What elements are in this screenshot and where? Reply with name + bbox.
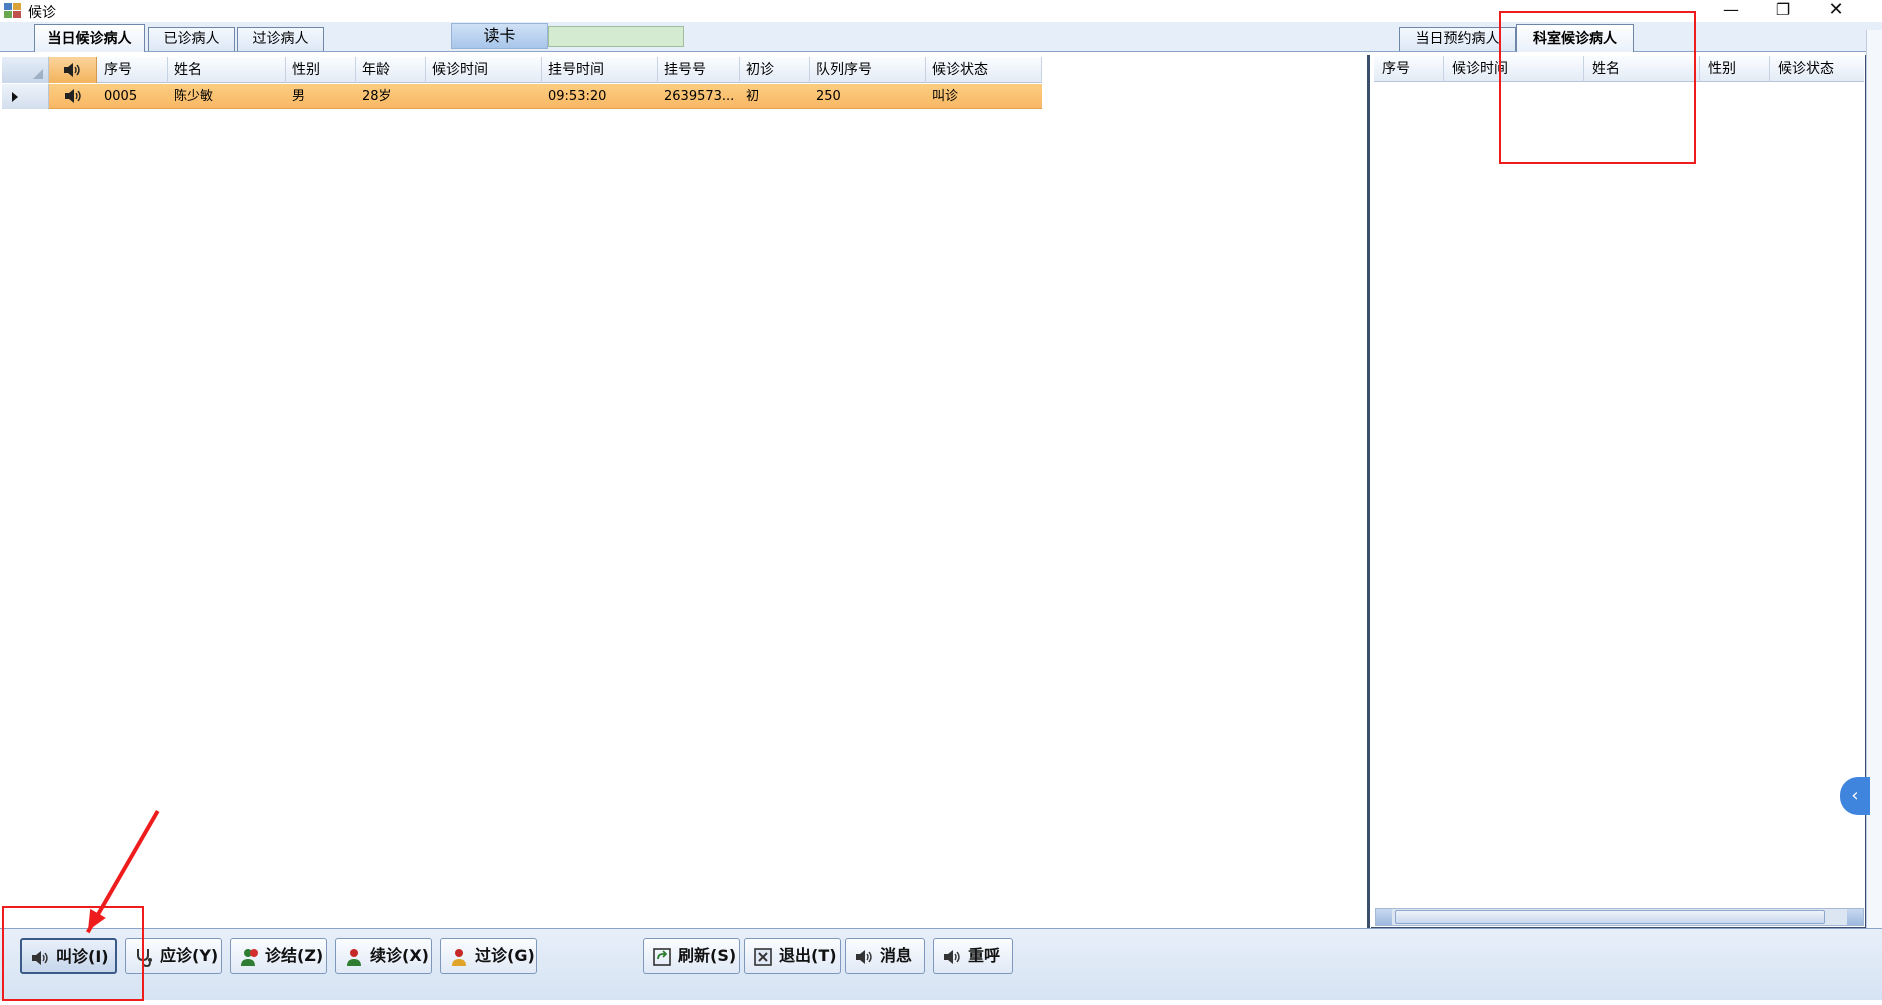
user-continue-icon: [347, 949, 361, 966]
refresh-label: 刷新(S): [678, 946, 737, 965]
app-window-icon: [4, 3, 21, 18]
collapse-panel-button[interactable]: ‹: [1840, 777, 1870, 815]
annotation-box-call-button: [2, 906, 144, 1001]
cell-seq: 0005: [104, 89, 138, 104]
col-header-seq[interactable]: 序号: [1374, 56, 1444, 82]
exit-button[interactable]: 退出(T): [744, 938, 841, 974]
select-all-corner[interactable]: [2, 57, 49, 83]
close-button[interactable]: ✕: [1810, 0, 1862, 22]
col-header-age[interactable]: 年龄: [356, 57, 426, 83]
refresh-icon: [653, 948, 671, 966]
col-header-status[interactable]: 候诊状态: [1770, 56, 1864, 82]
cell-reg-time: 09:53:20: [548, 89, 607, 104]
minimize-button[interactable]: —: [1705, 0, 1757, 22]
exit-icon: [754, 948, 772, 966]
card-number-field[interactable]: [548, 26, 684, 47]
row-selector[interactable]: [2, 84, 49, 109]
cell-wait-time: [426, 84, 542, 109]
scroll-right-arrow-icon[interactable]: [1847, 909, 1863, 925]
col-header-gender[interactable]: 性别: [1700, 56, 1770, 82]
continue-visit-label: 续诊(X): [370, 946, 429, 965]
col-header-reg-time[interactable]: 挂号时间: [542, 57, 658, 83]
col-header-queue-no[interactable]: 队列序号: [810, 57, 926, 83]
speaker-icon: [64, 63, 80, 77]
speaker-column-header: [49, 57, 97, 83]
cell-age: 28岁: [362, 89, 392, 104]
message-label: 消息: [880, 946, 913, 965]
finish-visit-label: 诊结(Z): [265, 946, 324, 965]
waiting-list-pane: [2, 55, 1370, 928]
col-header-first-visit[interactable]: 初诊: [740, 57, 810, 83]
message-button[interactable]: 消息: [845, 938, 925, 974]
user-finish-icon: [241, 949, 258, 966]
recall-button[interactable]: 重呼: [933, 938, 1013, 974]
speaker-icon[interactable]: [64, 88, 84, 104]
finish-visit-button[interactable]: 诊结(Z): [230, 938, 327, 974]
col-header-gender[interactable]: 性别: [286, 57, 356, 83]
respond-label: 应诊(Y): [160, 946, 219, 965]
user-skip-icon: [452, 949, 466, 966]
table-row[interactable]: 0005 陈少敏 男 28岁 09:53:20 2639573... 初 250…: [2, 84, 1042, 109]
refresh-button[interactable]: 刷新(S): [643, 938, 740, 974]
scrollbar-thumb[interactable]: [1395, 910, 1825, 924]
current-row-arrow-icon: [12, 92, 18, 102]
tab-dept-waiting[interactable]: 科室候诊病人: [1516, 24, 1634, 52]
scroll-left-arrow-icon[interactable]: [1376, 909, 1392, 925]
tab-missed-patients[interactable]: 过诊病人: [237, 27, 324, 51]
cell-status: 叫诊: [932, 89, 959, 104]
tab-today-waiting[interactable]: 当日候诊病人: [34, 24, 145, 52]
cell-gender: 男: [292, 89, 306, 104]
window-title: 候诊: [28, 5, 56, 21]
cell-reg-no: 2639573...: [664, 89, 735, 104]
waiting-grid-header: 序号 姓名 性别 年龄 候诊时间 挂号时间 挂号号 初诊 队列序号 候诊状态: [2, 57, 1042, 83]
skip-patient-label: 过诊(G): [475, 946, 535, 965]
exit-label: 退出(T): [779, 946, 837, 965]
cell-queue-no: 250: [816, 89, 841, 104]
continue-visit-button[interactable]: 续诊(X): [335, 938, 432, 974]
skip-patient-button[interactable]: 过诊(G): [440, 938, 537, 974]
speaker-icon: [944, 950, 960, 964]
col-header-seq[interactable]: 序号: [98, 57, 168, 83]
cell-first-visit: 初: [746, 89, 760, 104]
recall-label: 重呼: [968, 946, 1001, 965]
col-header-reg-no[interactable]: 挂号号: [658, 57, 740, 83]
col-header-name[interactable]: 姓名: [168, 57, 286, 83]
col-header-status[interactable]: 候诊状态: [926, 57, 1042, 83]
restore-button[interactable]: ❐: [1757, 0, 1809, 22]
col-header-wait-time[interactable]: 候诊时间: [426, 57, 542, 83]
dept-waiting-pane: [1371, 55, 1867, 928]
speaker-icon: [856, 950, 872, 964]
read-card-button[interactable]: 读卡: [451, 23, 548, 49]
cell-name: 陈少敏: [174, 89, 214, 104]
horizontal-scrollbar[interactable]: [1375, 908, 1864, 926]
tab-seen-patients[interactable]: 已诊病人: [148, 27, 235, 51]
